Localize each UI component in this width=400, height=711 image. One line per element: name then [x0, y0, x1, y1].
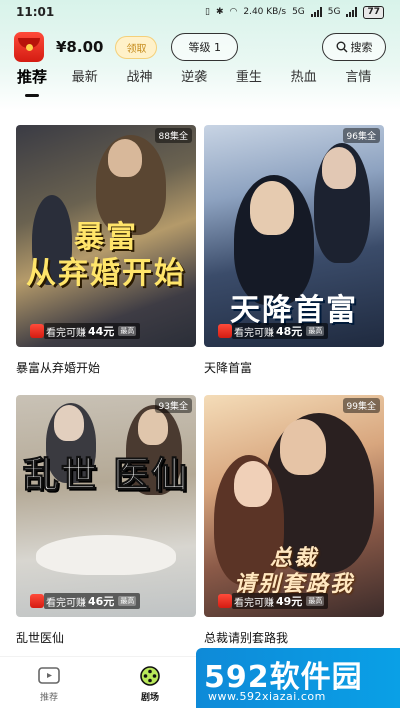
- earn-text: 看完可赚: [46, 597, 86, 609]
- red-packet-icon: [218, 324, 232, 338]
- earn-text: 看完可赚: [234, 597, 274, 609]
- drama-card[interactable]: 99集全 总裁 请别套路我 看完可赚 49元 最高 总裁请别套路我: [204, 395, 384, 665]
- network-type-2: 5G: [327, 7, 341, 17]
- tab-counterattack[interactable]: 逆袭: [181, 66, 236, 85]
- film-reel-icon: [140, 666, 160, 686]
- search-icon: [336, 41, 347, 53]
- tab-recommend[interactable]: 推荐: [17, 66, 72, 97]
- earn-reward-bar: 看完可赚 46元 最高: [30, 593, 141, 609]
- nav-recommend-label: 推荐: [39, 693, 58, 703]
- nav-theater[interactable]: 剧场: [120, 665, 180, 703]
- episode-badge: 93集全: [154, 398, 192, 413]
- drama-poster[interactable]: 88集全 暴富 从弃婚开始 看完可赚 44元 最高: [16, 125, 196, 347]
- earn-tag: 最高: [118, 596, 137, 606]
- drama-poster[interactable]: 99集全 总裁 请别套路我 看完可赚 49元 最高: [204, 395, 384, 617]
- drama-title[interactable]: 暴富从弃婚开始: [16, 359, 196, 376]
- drama-card[interactable]: 96集全 天降首富 看完可赚 48元 最高 天降首富: [204, 125, 384, 395]
- network-type-1: 5G: [292, 7, 305, 17]
- nav-recommend[interactable]: 推荐: [19, 665, 79, 703]
- earn-amount: 49元: [276, 595, 303, 608]
- red-packet-icon: [218, 594, 232, 608]
- episode-badge: 99集全: [342, 398, 380, 413]
- status-icons: ▯ ✱ ◠ 2.40 KB/s 5G 5G 77: [205, 5, 384, 19]
- earn-reward-bar: 看完可赚 48元 最高: [218, 323, 329, 339]
- signal-icon-2: [346, 7, 358, 17]
- status-bar: 11:01 ▯ ✱ ◠ 2.40 KB/s 5G 5G 77: [0, 0, 400, 24]
- search-button[interactable]: 搜索: [322, 33, 386, 61]
- claim-button[interactable]: 领取: [115, 35, 158, 59]
- top-header: ¥8.00 领取 等级 1 搜索: [0, 30, 400, 64]
- drama-card[interactable]: 93集全 乱世 医仙 看完可赚 46元 最高 乱世医仙: [16, 395, 196, 665]
- earn-amount: 46元: [88, 595, 115, 608]
- red-packet-icon: [30, 324, 44, 338]
- episode-badge: 88集全: [154, 128, 192, 143]
- earn-text: 看完可赚: [46, 327, 86, 339]
- signal-icon: [310, 7, 322, 17]
- episode-badge: 96集全: [342, 128, 380, 143]
- drama-poster[interactable]: 93集全 乱世 医仙 看完可赚 46元 最高: [16, 395, 196, 617]
- drama-grid: 88集全 暴富 从弃婚开始 看完可赚 44元 最高 暴富从弃婚开始 96集全 天降…: [16, 125, 384, 665]
- drama-card[interactable]: 88集全 暴富 从弃婚开始 看完可赚 44元 最高 暴富从弃婚开始: [16, 125, 196, 395]
- status-time: 11:01: [16, 5, 55, 19]
- earn-amount: 48元: [276, 325, 303, 338]
- poster-title: 总裁 请别套路我: [233, 545, 354, 597]
- bluetooth-icon: ✱: [215, 7, 224, 17]
- network-speed: 2.40 KB/s: [243, 7, 287, 17]
- category-tabs: 推荐 最新 战神 逆袭 重生 热血 言情: [0, 66, 400, 100]
- nav-theater-label: 剧场: [140, 693, 159, 703]
- tv-play-icon: [38, 667, 60, 684]
- drama-poster[interactable]: 96集全 天降首富 看完可赚 48元 最高: [204, 125, 384, 347]
- earn-reward-bar: 看完可赚 49元 最高: [218, 593, 329, 609]
- tab-rebirth[interactable]: 重生: [236, 66, 291, 85]
- poster-title: 暴富 从弃婚开始: [26, 220, 186, 291]
- drama-title[interactable]: 天降首富: [204, 359, 384, 376]
- red-packet-icon[interactable]: [14, 32, 44, 62]
- red-packet-icon: [30, 594, 44, 608]
- level-button[interactable]: 等级 1: [171, 33, 238, 61]
- wifi-icon: ◠: [229, 7, 238, 17]
- earn-text: 看完可赚: [234, 327, 274, 339]
- earn-tag: 最高: [306, 596, 325, 606]
- search-label: 搜索: [350, 41, 373, 54]
- tab-romance[interactable]: 言情: [345, 66, 400, 85]
- earn-tag: 最高: [306, 326, 325, 336]
- balance-amount: ¥8.00: [56, 38, 104, 56]
- tab-war-god[interactable]: 战神: [126, 66, 181, 85]
- site-watermark: 592软件园 www.592xiazai.com: [196, 648, 400, 708]
- drama-title[interactable]: 总裁请别套路我: [204, 629, 384, 646]
- watermark-url: www.592xiazai.com: [208, 690, 326, 703]
- battery-icon: 77: [363, 5, 384, 19]
- tab-hot-blood[interactable]: 热血: [291, 66, 346, 85]
- tab-latest[interactable]: 最新: [72, 66, 127, 85]
- earn-reward-bar: 看完可赚 44元 最高: [30, 323, 141, 339]
- drama-title[interactable]: 乱世医仙: [16, 629, 196, 646]
- earn-tag: 最高: [118, 326, 137, 336]
- earn-amount: 44元: [88, 325, 115, 338]
- poster-title: 乱世 医仙: [22, 454, 190, 496]
- vibrate-icon: ▯: [205, 7, 210, 17]
